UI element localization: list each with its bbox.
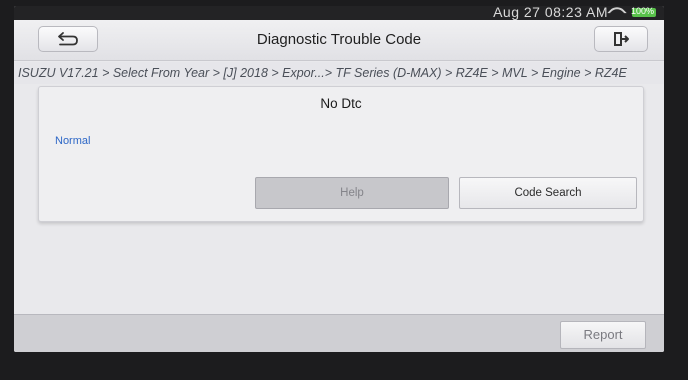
dtc-message: No Dtc (320, 96, 362, 111)
breadcrumb: ISUZU V17.21 > Select From Year > [J] 20… (14, 62, 664, 84)
status-label: Normal (55, 135, 91, 147)
bottom-toolbar: Report (14, 314, 664, 352)
title-bar: Diagnostic Trouble Code (14, 20, 664, 61)
app-screen: Aug 27 08:23 AM 100% Diagnostic Trouble … (14, 6, 664, 352)
exit-button[interactable] (594, 26, 648, 52)
dtc-result-panel: No Dtc Normal Help Code Search (38, 86, 644, 222)
battery-percentage: 100% (630, 6, 654, 16)
page-title: Diagnostic Trouble Code (256, 31, 422, 48)
report-button[interactable]: Report (560, 321, 646, 349)
help-button[interactable]: Help (255, 177, 449, 209)
code-search-button[interactable]: Code Search (459, 177, 637, 209)
status-bar: Aug 27 08:23 AM 100% (14, 6, 664, 23)
status-datetime: Aug 27 08:23 AM (493, 6, 608, 20)
exit-door-icon (614, 32, 629, 46)
